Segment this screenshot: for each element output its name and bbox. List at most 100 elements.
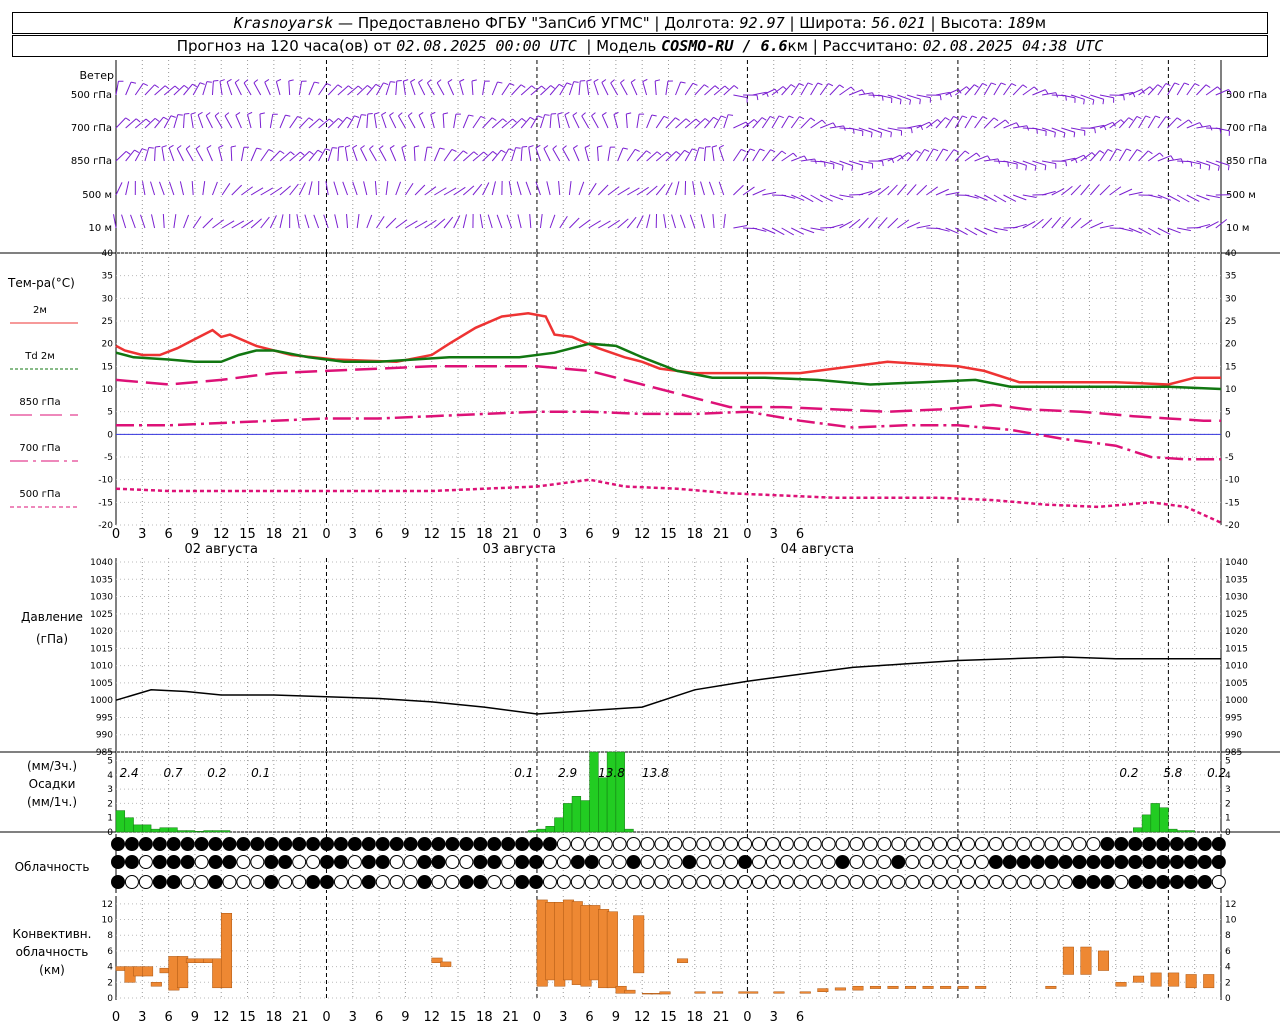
wind-barb-feather xyxy=(243,79,249,84)
wind-barb-feather xyxy=(247,111,253,115)
wind-barb xyxy=(426,82,435,96)
cloud-symbol xyxy=(668,855,683,869)
cloud-symbol xyxy=(988,855,1003,869)
cloud-symbol xyxy=(1044,837,1059,851)
cloud-symbol xyxy=(152,875,167,889)
wind-barb xyxy=(1090,221,1104,229)
cloud-symbol xyxy=(375,837,390,851)
temp-tick-right: 25 xyxy=(1225,317,1236,327)
wind-barb xyxy=(511,84,522,96)
prec-title: (мм/1ч.) xyxy=(27,795,77,809)
wind-barb xyxy=(694,84,705,96)
wind-barb-feather xyxy=(176,145,182,149)
wind-barb-feather xyxy=(345,145,351,148)
wind-barb xyxy=(279,214,284,229)
precip-bar xyxy=(168,827,178,833)
wind-barb-feather xyxy=(279,150,285,155)
wind-barb xyxy=(607,186,620,196)
cloud-symbol xyxy=(1128,875,1143,889)
cloud-symbol xyxy=(124,875,139,889)
cloud-symbol xyxy=(1044,855,1059,869)
hour-label-conv: 0 xyxy=(322,1010,330,1024)
wind-barb xyxy=(259,113,262,129)
cloud-symbol xyxy=(236,875,251,889)
wind-barb xyxy=(347,85,359,96)
wind-barb xyxy=(501,118,513,129)
conv-bar xyxy=(1062,946,1074,975)
wind-barb-feather xyxy=(663,115,669,119)
cloud-symbol xyxy=(933,855,948,869)
cloud-symbol xyxy=(1211,837,1226,851)
temp-tick-left: -10 xyxy=(98,476,113,486)
pres-tick-right: 1015 xyxy=(1225,644,1248,654)
wind-barb-feather xyxy=(381,111,387,116)
precip-bar xyxy=(115,810,126,833)
wind-barb-feather xyxy=(651,114,657,117)
wind-barb-feather xyxy=(290,151,295,156)
cloud-symbol xyxy=(738,855,753,869)
cloud-symbol xyxy=(347,875,362,889)
wind-level-left: 850 гПа xyxy=(71,156,112,167)
wind-barb-feather xyxy=(924,148,930,152)
cloud-symbol xyxy=(389,837,404,851)
wind-barb-feather xyxy=(357,85,363,90)
wind-barb-feather xyxy=(471,79,477,82)
cloud-symbol xyxy=(138,875,153,889)
wind-barb-feather xyxy=(1136,149,1142,153)
wind-barb-feather xyxy=(328,118,334,123)
cloud-symbol xyxy=(515,855,530,869)
wind-barb-feather xyxy=(714,85,720,90)
wind-barb xyxy=(376,82,384,96)
legend-label: 500 гПа xyxy=(19,489,60,500)
cloud-symbol xyxy=(1142,837,1157,851)
cloud-symbol xyxy=(1002,855,1017,869)
pres-tick-left: 1030 xyxy=(90,593,113,603)
wind-barb xyxy=(1041,217,1053,229)
conv-tick-right: 12 xyxy=(1225,900,1236,910)
wind-barb xyxy=(479,214,484,229)
hour-label-temp: 6 xyxy=(796,527,804,542)
cloud-symbol xyxy=(891,875,906,889)
cloud-symbol xyxy=(1016,875,1031,889)
wind-barb-feather xyxy=(1217,86,1222,91)
precip-bar xyxy=(159,827,169,833)
wind-barb xyxy=(385,181,389,196)
wind-barb-feather xyxy=(601,112,607,116)
precip-bar xyxy=(580,800,590,833)
cloud-symbol xyxy=(626,875,641,889)
cloud-symbol xyxy=(570,855,585,869)
wind-barb xyxy=(163,85,176,96)
temp-tick-right: 15 xyxy=(1225,362,1236,372)
temp-tick-right: -20 xyxy=(1225,521,1240,531)
wind-barb xyxy=(482,117,493,129)
precip-bar xyxy=(1176,830,1187,833)
wind-barb-feather xyxy=(168,144,174,149)
cloud-symbol xyxy=(919,875,934,889)
cloud-symbol xyxy=(417,855,432,869)
wind-barb xyxy=(974,155,988,162)
wind-barb-feather xyxy=(1034,165,1037,171)
cloud-symbol xyxy=(306,875,321,889)
precip-bar xyxy=(1133,827,1143,833)
wind-barb-feather xyxy=(319,118,324,123)
wind-barb-feather xyxy=(224,112,230,117)
cloud-symbol xyxy=(682,855,697,869)
wind-barb-feather xyxy=(522,146,528,148)
wind-barb xyxy=(443,187,457,196)
wind-barb xyxy=(601,115,609,129)
cloud-symbol xyxy=(626,855,641,869)
pres-tick-right: 1025 xyxy=(1225,610,1248,620)
wind-barb-feather xyxy=(982,82,988,86)
wind-barb-feather xyxy=(407,112,413,117)
cloud-symbol xyxy=(835,875,850,889)
hour-label-temp: 21 xyxy=(292,527,309,542)
wind-barb-feather xyxy=(971,115,977,119)
cloud-symbol xyxy=(222,837,237,851)
cloud-symbol xyxy=(180,837,195,851)
temp-tick-left: 35 xyxy=(102,272,113,282)
wind-barb xyxy=(366,214,373,229)
wind-barb xyxy=(389,115,397,129)
cloud-symbol xyxy=(877,837,892,851)
hour-label-temp: 3 xyxy=(770,527,778,542)
pres-tick-left: 1040 xyxy=(90,558,113,568)
